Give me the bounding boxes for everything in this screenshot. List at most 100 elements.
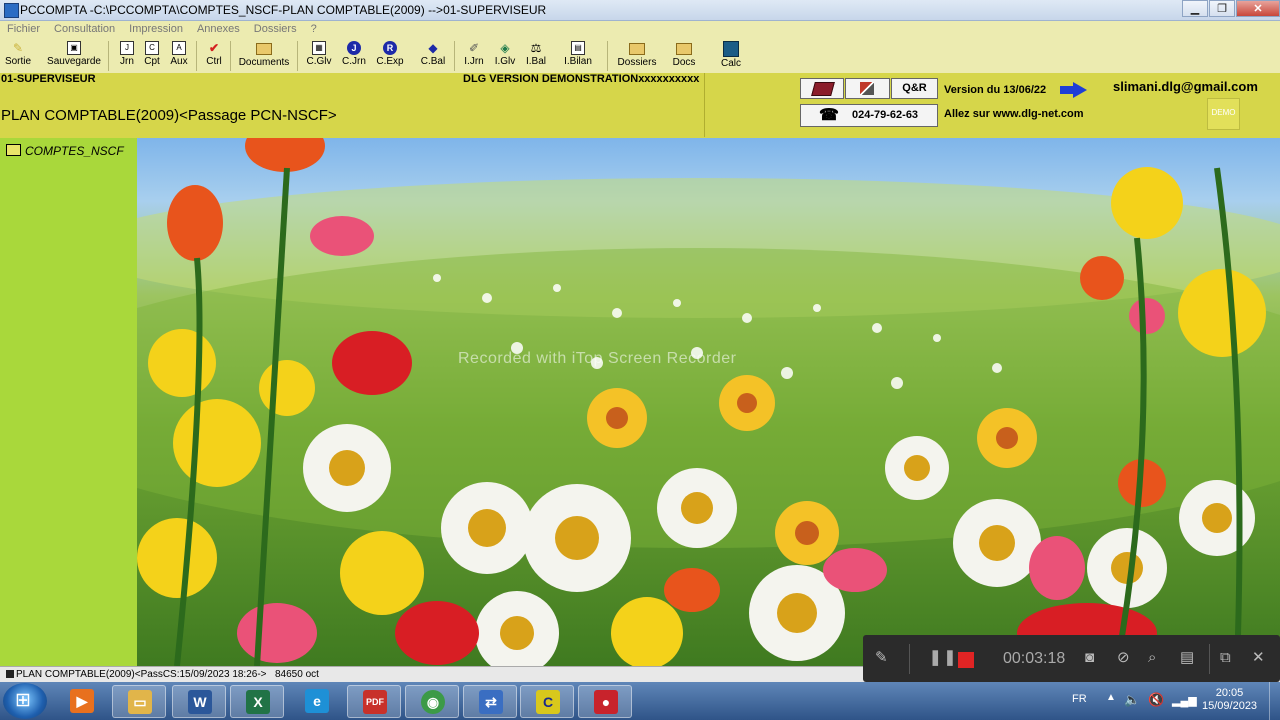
taskbar-excel[interactable]: X [230, 685, 284, 718]
taskbar: ▶ ▭ W X e PDF ◉ ⇄ C ● FR ▲ 🔈 🔇 ▂▄▆ 20:05… [0, 682, 1280, 720]
file-explorer-icon: ▭ [128, 690, 152, 714]
tray-expand-icon[interactable]: ▲ [1106, 692, 1116, 703]
toolbar-separator [297, 41, 298, 71]
recorder-separator [1209, 644, 1210, 674]
speaker-icon[interactable]: 🔈 [1124, 692, 1140, 708]
zoom-icon[interactable]: ⌕ [1148, 649, 1156, 667]
version-label: Version du 13/06/22 [944, 84, 1047, 96]
c-exp-button[interactable]: R C.Exp [374, 40, 406, 67]
documents-button[interactable]: Documents [237, 40, 291, 68]
stop-icon[interactable] [958, 652, 974, 668]
toolbar-separator [607, 41, 608, 71]
flower-field-illustration [137, 138, 1280, 666]
show-desktop-button[interactable] [1269, 682, 1280, 720]
save-icon: ▣ [67, 41, 81, 55]
background-image: Recorded with iTop Screen Recorder [137, 138, 1280, 666]
close-icon[interactable]: ✕ [1252, 649, 1265, 667]
demo-version-label: DLG VERSION DEMONSTRATIONxxxxxxxxxx [463, 73, 700, 85]
menu-dossiers[interactable]: Dossiers [247, 21, 304, 35]
tree-item-comptes-nscf[interactable]: COMPTES_NSCF [6, 144, 124, 158]
calc-button[interactable]: Calc [719, 40, 743, 69]
account-icon: C [145, 41, 159, 55]
taskbar-pdf[interactable]: PDF [347, 685, 401, 718]
website-label[interactable]: Allez sur www.dlg-net.com [944, 108, 1084, 120]
title-bar: PCCOMPTA -C:\PCCOMPTA\COMPTES_NSCF-PLAN … [0, 0, 1280, 21]
header-divider [704, 73, 705, 137]
recorder-separator [909, 644, 910, 674]
c-jrn-button[interactable]: J C.Jrn [340, 40, 368, 67]
excel-icon: X [246, 690, 270, 714]
taskbar-media-player[interactable]: ▶ [55, 685, 109, 718]
auxiliary-icon: A [172, 41, 186, 55]
menu-consultation[interactable]: Consultation [47, 21, 122, 35]
folder-open-icon [629, 43, 645, 55]
sidebar: COMPTES_NSCF [0, 138, 137, 666]
toolbar-separator [454, 41, 455, 71]
clock[interactable]: 20:05 15/09/2023 [1202, 687, 1257, 713]
c-bal-button[interactable]: ◆ C.Bal [418, 40, 448, 67]
folder-docs-icon [676, 43, 692, 55]
taskbar-internet-explorer[interactable]: e [290, 685, 344, 718]
word-icon: W [188, 690, 212, 714]
tree-item-label: COMPTES_NSCF [25, 144, 124, 158]
tools-button[interactable] [845, 78, 890, 99]
folder-icon [6, 144, 21, 156]
pen-icon[interactable]: ✎ [875, 649, 888, 667]
menu-fichier[interactable]: Fichier [0, 21, 47, 35]
c-glv-button[interactable]: ▦ C.Glv [305, 40, 333, 67]
cpt-button[interactable]: C Cpt [142, 40, 162, 67]
taskbar-file-explorer[interactable]: ▭ [112, 685, 166, 718]
phone-icon: ☎ [819, 107, 839, 124]
taskbar-word[interactable]: W [172, 685, 226, 718]
status-text: PLAN COMPTABLE(2009)<PassCS:15/09/2023 1… [6, 669, 267, 680]
dossiers-button[interactable]: Dossiers [616, 40, 658, 68]
plan-title: PLAN COMPTABLE(2009)<Passage PCN-NSCF> [1, 107, 337, 124]
i-bilan-button[interactable]: ▤ I.Bilan [562, 40, 594, 67]
restore-icon[interactable]: ❐ [1209, 0, 1235, 17]
recorder-app-icon: ● [594, 690, 618, 714]
sound-muted-icon[interactable]: 🔇 [1148, 692, 1164, 708]
minimize-icon[interactable]: ▁ [1182, 0, 1208, 17]
recording-time: 00:03:18 [1003, 650, 1066, 667]
ctrl-button[interactable]: ✔ Ctrl [203, 40, 225, 67]
sauvegarde-button[interactable]: ▣ Sauvegarde [45, 40, 103, 67]
clock-date: 15/09/2023 [1202, 700, 1258, 712]
taskbar-chrome[interactable]: ◉ [405, 685, 459, 718]
email-label[interactable]: slimani.dlg@gmail.com [1113, 79, 1258, 94]
edit-icon[interactable]: ⧉ [1220, 649, 1231, 667]
window-title: PCCOMPTA -C:\PCCOMPTA\COMPTES_NSCF-PLAN … [20, 3, 547, 17]
jrn-button[interactable]: J Jrn [117, 40, 137, 67]
menu-impression[interactable]: Impression [122, 21, 190, 35]
pause-icon[interactable]: ❚❚ [929, 649, 958, 667]
current-user: 01-SUPERVISEUR [1, 73, 96, 85]
docs-button[interactable]: Docs [671, 40, 697, 68]
ledger-icon: ▦ [312, 41, 326, 55]
sortie-button[interactable]: ✎ Sortie [3, 40, 33, 67]
clock-time: 20:05 [1215, 687, 1244, 699]
menu-bar: Fichier Consultation Impression Annexes Doss… [0, 21, 1280, 39]
aux-button[interactable]: A Aux [168, 40, 190, 67]
print-ledger-icon: ◈ [500, 41, 510, 55]
toolbar-separator [108, 41, 109, 71]
i-bal-button[interactable]: ⚖ I.Bal [524, 40, 548, 67]
camera-icon[interactable]: ◙ [1085, 649, 1094, 667]
close-icon[interactable]: ✕ [1236, 0, 1280, 17]
status-size: 84650 oct [275, 669, 319, 680]
taskbar-pccompta[interactable]: C [520, 685, 574, 718]
menu-annexes[interactable]: Annexes [190, 21, 247, 35]
mic-off-icon[interactable]: ⊘ [1117, 649, 1130, 667]
language-indicator[interactable]: FR [1072, 693, 1087, 705]
taskbar-recorder-app[interactable]: ● [578, 685, 632, 718]
menu-help[interactable]: ? [304, 21, 324, 35]
i-glv-button[interactable]: ◈ I.Glv [493, 40, 517, 67]
network-icon[interactable]: ▂▄▆ [1172, 694, 1197, 707]
toolbar-separator [230, 41, 231, 71]
book-button[interactable] [800, 78, 844, 99]
taskbar-remote-app[interactable]: ⇄ [463, 685, 517, 718]
i-jrn-button[interactable]: ✐ I.Jrn [461, 40, 487, 67]
qr-button[interactable]: Q&R [891, 78, 938, 99]
chat-icon[interactable]: ▤ [1180, 649, 1194, 667]
phone-button[interactable]: ☎ 024-79-62-63 [800, 104, 938, 127]
system-tray: FR ▲ 🔈 🔇 ▂▄▆ 20:05 15/09/2023 [1050, 682, 1280, 720]
start-button[interactable] [3, 683, 47, 719]
